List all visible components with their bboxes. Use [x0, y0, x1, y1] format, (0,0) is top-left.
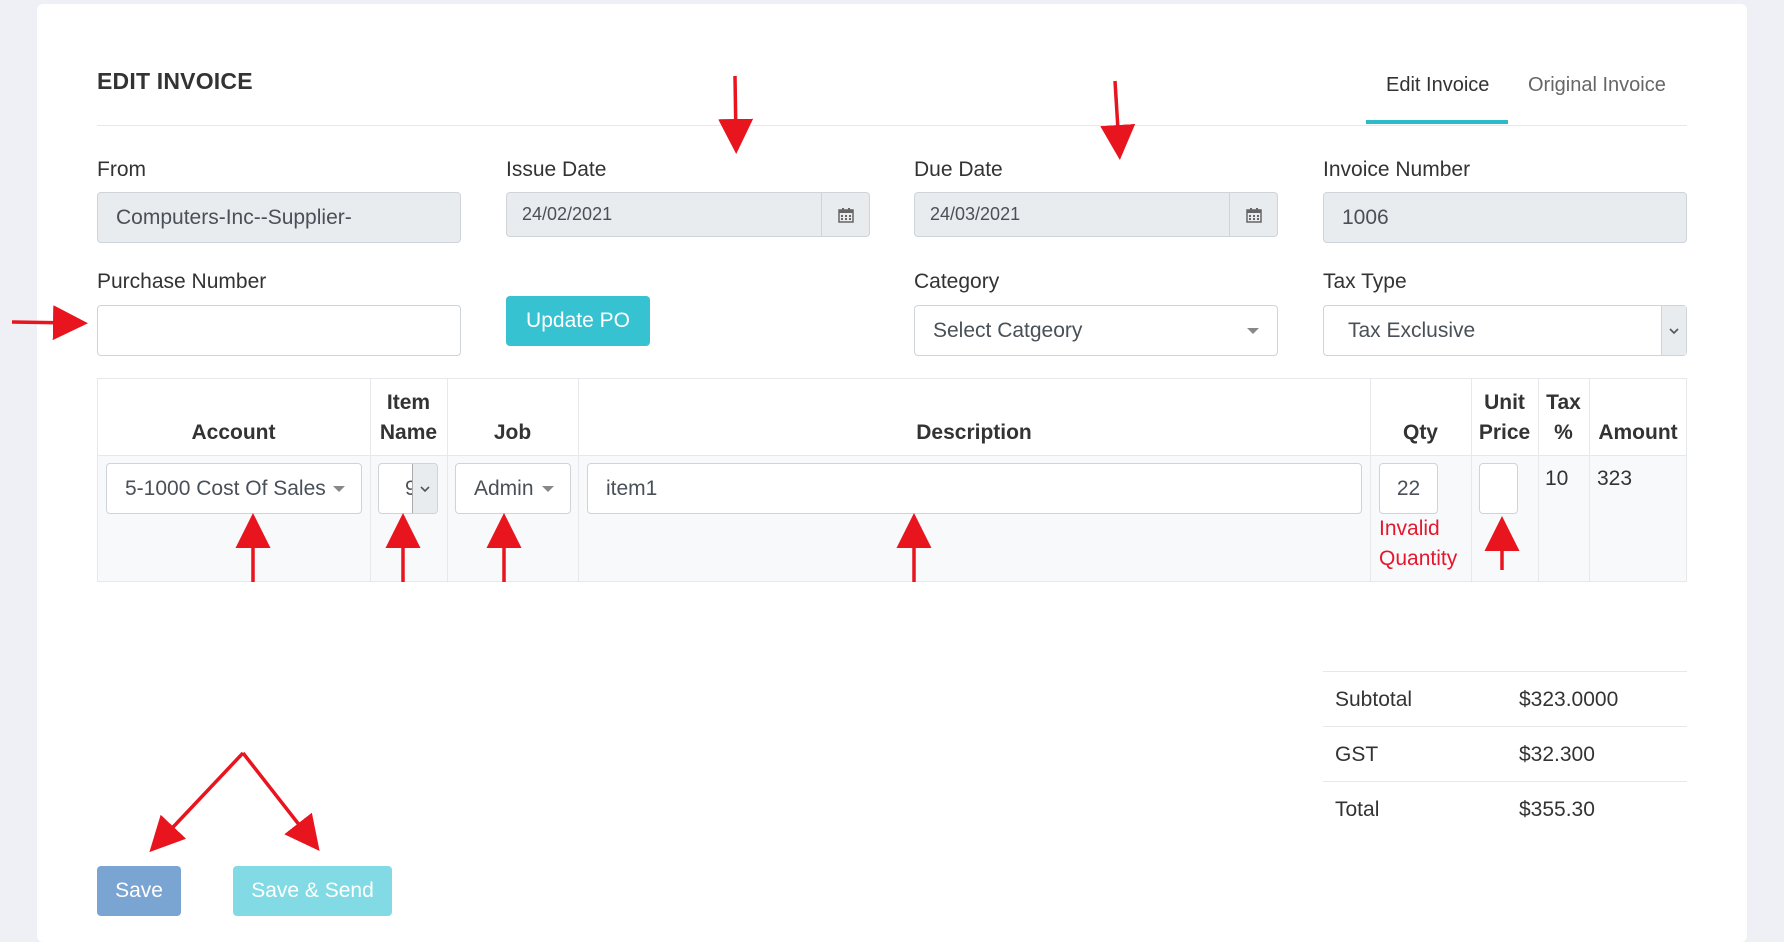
arrow-save	[149, 751, 245, 853]
arrow-purchase-number	[11, 305, 88, 341]
annotation-arrows	[11, 75, 1520, 853]
arrow-save-send	[241, 751, 320, 852]
arrow-due-date	[1100, 80, 1136, 160]
arrow-issue-date	[718, 75, 754, 154]
